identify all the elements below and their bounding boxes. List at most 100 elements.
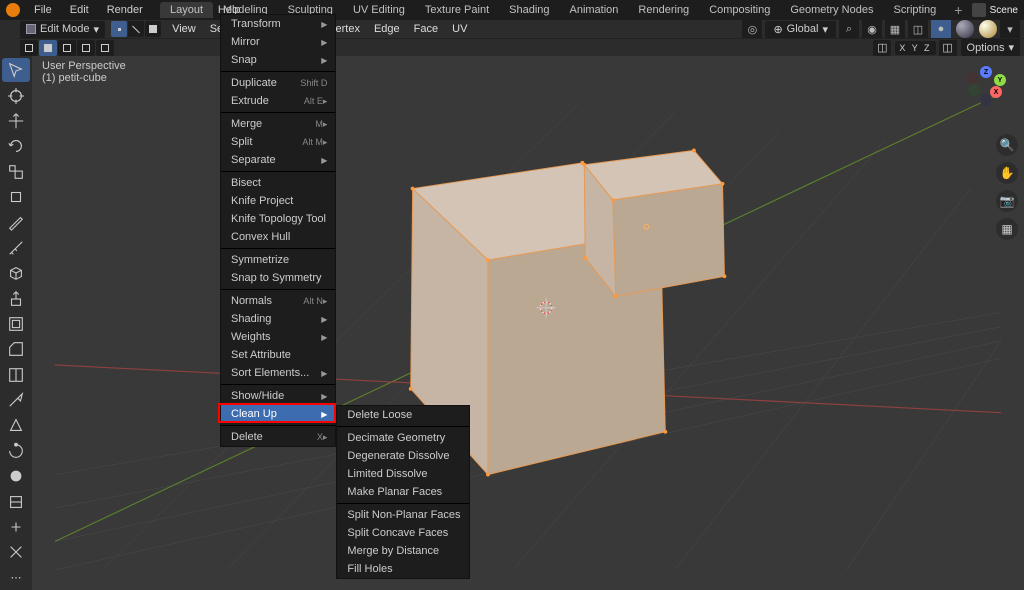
overlay-icon-1[interactable]: ◫ <box>873 40 891 56</box>
face-header-menu[interactable]: Face <box>407 23 445 35</box>
tab-texture-paint[interactable]: Texture Paint <box>415 2 499 18</box>
material-preview-icon[interactable] <box>956 20 974 38</box>
gizmo-neg-y-icon[interactable] <box>968 84 980 96</box>
menu-item-split[interactable]: SplitAlt M▸ <box>221 133 335 151</box>
submenu-item-split-non-planar-faces[interactable]: Split Non-Planar Faces <box>337 506 468 524</box>
menu-item-clean-up[interactable]: Clean Up▶ <box>221 405 335 423</box>
scale-tool[interactable] <box>2 160 30 184</box>
bevel-tool[interactable] <box>2 337 30 361</box>
knife-tool[interactable] <box>2 388 30 412</box>
menu-item-separate[interactable]: Separate▶ <box>221 151 335 169</box>
tab-compositing[interactable]: Compositing <box>699 2 780 18</box>
vertex-select-button[interactable] <box>111 21 127 37</box>
cursor-tool[interactable] <box>2 83 30 107</box>
rotate-tool[interactable] <box>2 134 30 158</box>
menu-item-weights[interactable]: Weights▶ <box>221 328 335 346</box>
sel-mode-btn3[interactable] <box>58 40 76 56</box>
menu-item-sort-elements-[interactable]: Sort Elements...▶ <box>221 364 335 382</box>
loop-cut-tool[interactable] <box>2 363 30 387</box>
measure-tool[interactable] <box>2 236 30 260</box>
tab-scripting[interactable]: Scripting <box>883 2 946 18</box>
select-box-tool[interactable] <box>2 58 30 82</box>
smooth-tool[interactable] <box>2 464 30 488</box>
spin-tool[interactable] <box>2 439 30 463</box>
menu-item-symmetrize[interactable]: Symmetrize <box>221 251 335 269</box>
menu-item-transform[interactable]: Transform▶ <box>221 15 335 33</box>
solid-shading-icon[interactable]: ● <box>931 19 951 39</box>
3d-viewport[interactable]: User Perspective (1) petit-cube Z Y X 🔍 … <box>32 56 1024 590</box>
pivot-icon[interactable]: ◎ <box>742 19 762 39</box>
edit-menu[interactable]: Edit <box>62 1 97 19</box>
add-workspace-button[interactable]: + <box>946 0 970 20</box>
edge-slide-tool[interactable] <box>2 489 30 513</box>
menu-item-bisect[interactable]: Bisect <box>221 174 335 192</box>
view-header-menu[interactable]: View <box>165 23 203 35</box>
submenu-item-split-concave-faces[interactable]: Split Concave Faces <box>337 524 468 542</box>
wireframe-icon[interactable]: ◫ <box>908 19 928 39</box>
pan-icon[interactable]: ✋ <box>996 162 1018 184</box>
submenu-item-decimate-geometry[interactable]: Decimate Geometry <box>337 429 468 447</box>
edge-select-button[interactable] <box>128 21 144 37</box>
tab-uv-editing[interactable]: UV Editing <box>343 2 415 18</box>
tab-geometry-nodes[interactable]: Geometry Nodes <box>780 2 883 18</box>
mirror-axes-pill[interactable]: X Y Z <box>895 41 935 55</box>
transform-orientation-dropdown[interactable]: ⊕ Global ▾ <box>765 21 836 38</box>
menu-item-knife-project[interactable]: Knife Project <box>221 192 335 210</box>
transform-tool[interactable] <box>2 185 30 209</box>
rendered-preview-icon[interactable] <box>979 20 997 38</box>
edge-header-menu[interactable]: Edge <box>367 23 407 35</box>
tab-animation[interactable]: Animation <box>560 2 629 18</box>
sel-mode-btn2[interactable] <box>39 40 57 56</box>
gizmo-neg-x-icon[interactable] <box>966 72 978 84</box>
render-menu[interactable]: Render <box>99 1 151 19</box>
overlay-icon-2[interactable]: ◫ <box>939 40 957 56</box>
shrink-fatten-tool[interactable] <box>2 515 30 539</box>
options-dropdown[interactable]: Options ▾ <box>961 39 1020 56</box>
menu-item-snap-to-symmetry[interactable]: Snap to Symmetry <box>221 269 335 287</box>
submenu-item-make-planar-faces[interactable]: Make Planar Faces <box>337 483 468 501</box>
xray-icon[interactable]: ▦ <box>885 19 905 39</box>
sel-mode-btn5[interactable] <box>96 40 114 56</box>
shading-dropdown-icon[interactable]: ▾ <box>1000 19 1020 39</box>
menu-item-knife-topology-tool[interactable]: Knife Topology Tool <box>221 210 335 228</box>
menu-item-normals[interactable]: NormalsAlt N▸ <box>221 292 335 310</box>
camera-view-icon[interactable]: 📷 <box>996 190 1018 212</box>
menu-item-set-attribute[interactable]: Set Attribute <box>221 346 335 364</box>
sel-mode-btn4[interactable] <box>77 40 95 56</box>
menu-item-merge[interactable]: MergeM▸ <box>221 115 335 133</box>
menu-item-show-hide[interactable]: Show/Hide▶ <box>221 387 335 405</box>
menu-item-duplicate[interactable]: DuplicateShift D <box>221 74 335 92</box>
tab-rendering[interactable]: Rendering <box>628 2 699 18</box>
zoom-icon[interactable]: 🔍 <box>996 134 1018 156</box>
menu-item-snap[interactable]: Snap▶ <box>221 51 335 69</box>
submenu-item-merge-by-distance[interactable]: Merge by Distance <box>337 542 468 560</box>
gizmo-x-icon[interactable]: X <box>990 86 1002 98</box>
menu-item-delete[interactable]: DeleteX▸ <box>221 428 335 446</box>
add-cube-tool[interactable] <box>2 261 30 285</box>
face-select-button[interactable] <box>145 21 161 37</box>
more-tools[interactable]: ⋯ <box>2 566 30 590</box>
tab-layout[interactable]: Layout <box>160 2 213 18</box>
submenu-item-delete-loose[interactable]: Delete Loose <box>337 406 468 424</box>
menu-item-convex-hull[interactable]: Convex Hull <box>221 228 335 246</box>
submenu-item-fill-holes[interactable]: Fill Holes <box>337 560 468 578</box>
mode-dropdown[interactable]: Edit Mode ▾ <box>20 21 105 38</box>
inset-tool[interactable] <box>2 312 30 336</box>
rip-tool[interactable] <box>2 540 30 564</box>
scene-name[interactable]: Scene <box>990 5 1018 16</box>
tab-shading[interactable]: Shading <box>499 2 559 18</box>
submenu-item-limited-dissolve[interactable]: Limited Dissolve <box>337 465 468 483</box>
extrude-tool[interactable] <box>2 286 30 310</box>
file-menu[interactable]: File <box>26 1 60 19</box>
submenu-item-degenerate-dissolve[interactable]: Degenerate Dissolve <box>337 447 468 465</box>
uv-header-menu[interactable]: UV <box>445 23 474 35</box>
perspective-toggle-icon[interactable]: ▦ <box>996 218 1018 240</box>
snap-icon[interactable]: ⌕ <box>839 19 859 39</box>
annotate-tool[interactable] <box>2 210 30 234</box>
menu-item-mirror[interactable]: Mirror▶ <box>221 33 335 51</box>
menu-item-shading[interactable]: Shading▶ <box>221 310 335 328</box>
menu-item-extrude[interactable]: ExtrudeAlt E▸ <box>221 92 335 110</box>
poly-build-tool[interactable] <box>2 413 30 437</box>
axis-gizmo[interactable]: Z Y X <box>966 66 1006 106</box>
sel-mode-btn1[interactable] <box>20 40 38 56</box>
